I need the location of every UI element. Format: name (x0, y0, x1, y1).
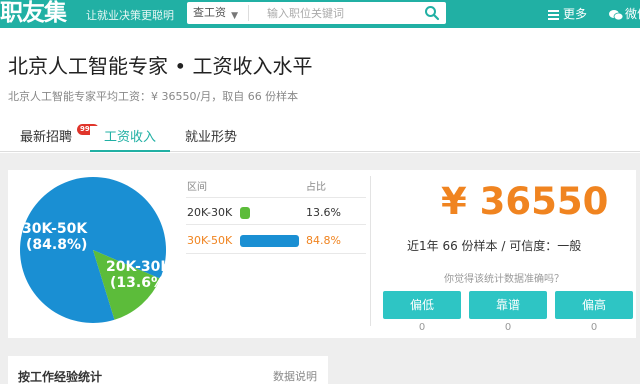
title-card: 北京人工智能专家 • 工资收入水平 北京人工智能专家平均工资：¥ 36550/月… (0, 28, 640, 153)
page-title: 北京人工智能专家 • 工资收入水平 (8, 54, 313, 78)
sample-info: 近1年 66 份样本 / 可信度：一般 (407, 239, 582, 253)
site-logo[interactable]: 职友集 (0, 0, 67, 28)
tab-label: 工资收入 (104, 130, 157, 145)
data-notes-link[interactable]: 数据说明 (273, 368, 317, 384)
site-slogan: 让就业决策更聪明 (86, 9, 174, 22)
row-range: 20K-30K (187, 206, 233, 219)
search-box: 查工资 ▼ (187, 2, 446, 24)
vote-high-count: 0 (590, 322, 598, 333)
experience-stats-card: 按工作经验统计 数据说明 (8, 356, 328, 384)
wechat-label: 微信 (625, 7, 640, 21)
tab-salary[interactable]: 工资收入 (90, 126, 171, 152)
row-share: 84.8% (306, 234, 341, 247)
vote-high-button[interactable]: 偏高 (555, 291, 633, 319)
table-row[interactable]: 20K-30K 13.6% (186, 197, 366, 225)
section-title: 按工作经验统计 (18, 370, 103, 384)
vote-low-button[interactable]: 偏低 (383, 291, 461, 319)
search-type-label: 查工资 (193, 6, 226, 19)
share-bar (240, 235, 300, 247)
top-bar: 职友集 让就业决策更聪明 查工资 ▼ 更多 微信 (0, 0, 640, 28)
tab-bar: 最新招聘 99+ 工资收入 就业形势 (0, 118, 640, 152)
pie-pct-30k-50k: (84.8%) (26, 237, 87, 253)
search-icon[interactable] (424, 5, 440, 21)
pie-label-30k-50k: 30K-50K (22, 221, 88, 237)
chevron-down-icon: ▼ (231, 11, 238, 21)
salary-stats-card: 30K-50K (84.8%) 20K-30K (13.6%) 区间 占比 20… (8, 170, 636, 338)
more-label: 更多 (563, 7, 588, 21)
wechat-icon (609, 9, 624, 20)
search-input[interactable] (267, 4, 417, 22)
table-row[interactable]: 30K-50K 84.8% (186, 226, 366, 254)
vote-reliable-button[interactable]: 靠谱 (469, 291, 547, 319)
col-header-range: 区间 (187, 182, 207, 193)
vote-low-count: 0 (418, 322, 426, 333)
more-menu-button[interactable]: 更多 (548, 5, 587, 22)
wechat-button[interactable]: 微信 (609, 5, 640, 22)
tab-employment[interactable]: 就业形势 (185, 126, 237, 152)
row-share: 13.6% (306, 206, 341, 219)
pie-pct-20k-30k: (13.6%) (110, 275, 168, 291)
accuracy-question: 你觉得该统计数据准确吗？ (444, 274, 564, 285)
divider (370, 176, 371, 326)
page-subtitle: 北京人工智能专家平均工资：¥ 36550/月，取自 66 份样本 (8, 90, 299, 103)
search-type-select[interactable]: 查工资 ▼ (193, 5, 249, 21)
vote-reliable-count: 0 (504, 322, 512, 333)
average-salary: ¥ 36550 (441, 180, 609, 223)
pie-label-20k-30k: 20K-30K (106, 259, 168, 275)
share-bar (240, 207, 250, 219)
row-range: 30K-50K (187, 234, 233, 247)
tab-latest-jobs[interactable]: 最新招聘 99+ (20, 124, 99, 152)
tab-label: 就业形势 (185, 130, 238, 145)
tab-label: 最新招聘 (20, 130, 73, 145)
menu-icon (548, 9, 559, 20)
col-header-share: 占比 (306, 182, 326, 193)
salary-pie-chart: 30K-50K (84.8%) 20K-30K (13.6%) (20, 176, 168, 323)
